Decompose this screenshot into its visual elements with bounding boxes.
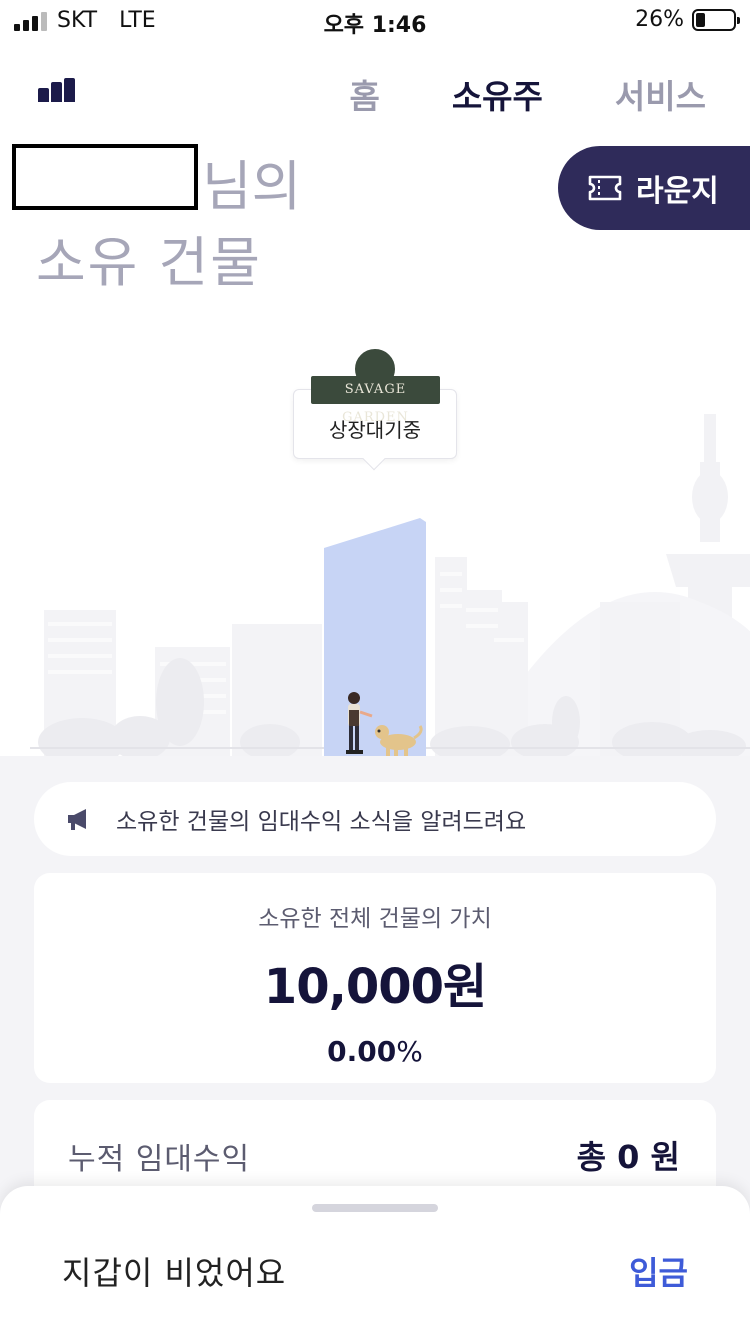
battery-percent: 26%: [635, 7, 684, 32]
deposit-button[interactable]: 입금: [629, 1248, 688, 1294]
rent-income-label: 누적 임대수익: [68, 1142, 251, 1177]
battery-fill: [696, 12, 706, 27]
total-value-card: 소유한 전체 건물의 가치 10,000원 0.00%: [34, 873, 716, 1083]
rent-income-value: 총 0 원: [576, 1138, 680, 1176]
total-value-label: 소유한 전체 건물의 가치: [258, 906, 492, 932]
rate-unit: %: [396, 1035, 423, 1068]
status-right: 26%: [635, 7, 740, 32]
sheet-drag-handle[interactable]: [312, 1204, 438, 1212]
total-value-amount: 10,000원: [263, 959, 487, 1015]
notice-banner[interactable]: 소유한 건물의 임대수익 소식을 알려드려요: [34, 782, 716, 856]
battery-icon: [692, 8, 740, 31]
total-value-rate: 0.00%: [34, 1035, 716, 1068]
hero-section: 홈 소유주 서비스 님의 소유 건물 라운지 SAVAGE GARDEN: [0, 42, 750, 756]
wallet-empty-message: 지갑이 비었어요: [62, 1254, 287, 1292]
status-bar: SKT LTE 오후 1:46 26%: [0, 0, 750, 42]
notice-text: 소유한 건물의 임대수익 소식을 알려드려요: [116, 809, 527, 835]
wallet-bottom-sheet: 지갑이 비었어요 입금: [0, 1186, 750, 1334]
megaphone-icon: [68, 809, 86, 830]
building-brand: SAVAGE GARDEN: [311, 376, 440, 425]
rate-value: 0.00: [327, 1035, 397, 1068]
